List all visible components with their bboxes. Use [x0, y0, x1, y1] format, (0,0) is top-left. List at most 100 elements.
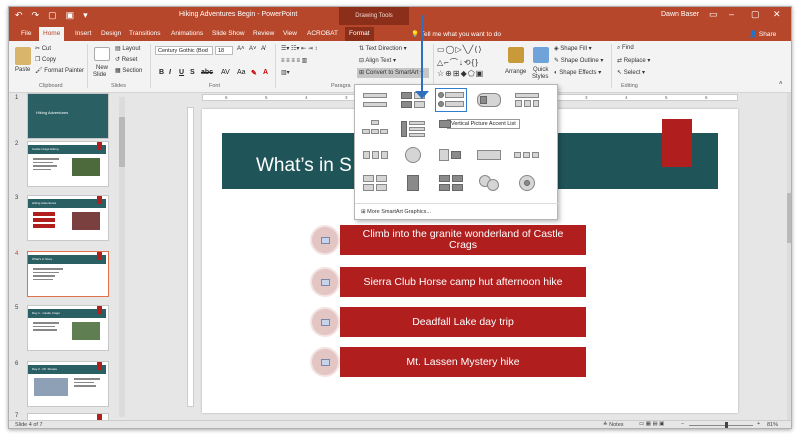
smartart-layout-vertical-picture-accent-list[interactable]: [435, 88, 467, 112]
convert-to-smartart-button[interactable]: ⊞ Convert to SmartArt ▾: [357, 68, 429, 78]
shape-outline-button[interactable]: ✎ Shape Outline ▾: [554, 57, 603, 64]
smartart-layout-hierarchy[interactable]: [361, 119, 389, 139]
smartart-layout-process[interactable]: [361, 145, 389, 165]
tab-insert[interactable]: Insert: [71, 27, 95, 41]
smartart-layout-venn[interactable]: [475, 173, 503, 193]
picture-placeholder[interactable]: [310, 307, 340, 337]
grow-font-icon[interactable]: A˄: [237, 46, 245, 52]
quick-label[interactable]: Quick: [533, 67, 548, 73]
char-spacing-icon[interactable]: AV: [221, 69, 230, 76]
tell-me-box[interactable]: 💡 Tell me what you want to do: [411, 30, 501, 38]
copy-button[interactable]: ❐ Copy: [35, 56, 56, 63]
slide-thumbnail-2[interactable]: Castle Crags Hiking: [27, 141, 109, 187]
change-case-icon[interactable]: Aa: [237, 69, 246, 76]
smartart-layout-chevron[interactable]: [437, 145, 465, 165]
editor-scrollbar[interactable]: [787, 93, 791, 420]
layout-button[interactable]: ▤ Layout: [115, 45, 140, 52]
tab-view[interactable]: View: [279, 27, 301, 41]
slide-thumbnail-6[interactable]: Day 2 - Mt. Shasta: [27, 361, 109, 407]
undo-icon[interactable]: ↶: [15, 10, 23, 21]
find-button[interactable]: ⌕ Find: [617, 45, 634, 52]
tab-home[interactable]: Home: [39, 27, 65, 41]
font-size-select[interactable]: 18: [215, 46, 233, 55]
zoom-in-icon[interactable]: +: [757, 421, 760, 427]
shape-fill-button[interactable]: ◈ Shape Fill ▾: [554, 45, 592, 52]
zoom-slider-thumb[interactable]: [725, 422, 728, 428]
highlight-icon[interactable]: ✎: [251, 69, 257, 77]
tab-format[interactable]: Format: [345, 27, 374, 41]
minimize-icon[interactable]: –: [729, 9, 734, 19]
smartart-layout-trapezoid-list[interactable]: [475, 90, 503, 110]
slide-thumbnail-3[interactable]: Hiking Adventures: [27, 195, 109, 241]
smartart-layout-linear[interactable]: [513, 145, 541, 165]
smartart-layout-target[interactable]: [513, 173, 541, 193]
text-direction-button[interactable]: ⇅ Text Direction ▾: [359, 45, 407, 52]
tab-animations[interactable]: Animations: [167, 27, 207, 41]
shape-effects-button[interactable]: ◐ Shape Effects ▾: [554, 69, 601, 76]
styles-label[interactable]: Styles: [532, 74, 548, 80]
slide-title[interactable]: What’s in S: [256, 155, 352, 177]
save-icon[interactable]: ▣: [66, 10, 75, 21]
align-text-button[interactable]: ⊟ Align Text ▾: [359, 57, 396, 64]
alignment-icons[interactable]: ≡ ≡ ≡ ≡ ▥: [281, 57, 307, 64]
smartart-layout-matrix[interactable]: [361, 173, 389, 193]
new-slide-label-1[interactable]: New: [96, 65, 108, 71]
tab-design[interactable]: Design: [97, 27, 125, 41]
new-slide-icon[interactable]: [94, 47, 110, 61]
more-smartart-link[interactable]: ⊞ More SmartArt Graphics...: [361, 209, 431, 215]
slide-thumbnail-4[interactable]: What's in Store: [27, 251, 109, 297]
shapes-gallery-row2[interactable]: △⌐⌒↓⟲{}: [437, 57, 479, 68]
user-name[interactable]: Dawn Baser: [661, 11, 699, 18]
share-button[interactable]: 👤 Share: [749, 30, 776, 38]
slide-thumbnail-1[interactable]: Hiking Adventures: [27, 93, 109, 139]
bullet-text[interactable]: Deadfall Lake day trip: [340, 307, 586, 337]
bullet-text[interactable]: Mt. Lassen Mystery hike: [340, 347, 586, 377]
section-button[interactable]: ▦ Section: [115, 67, 142, 74]
customize-qat-icon[interactable]: ▾: [83, 10, 88, 21]
notes-button[interactable]: ≙ Notes: [603, 422, 624, 428]
start-from-beginning-icon[interactable]: ▢: [48, 10, 57, 21]
new-slide-label-2[interactable]: Slide: [93, 72, 106, 78]
cut-button[interactable]: ✂ Cut: [35, 45, 51, 52]
smartart-layout-arrow[interactable]: [475, 145, 503, 165]
font-family-select[interactable]: Century Gothic (Bod: [155, 46, 213, 55]
smartart-layout-grid[interactable]: [437, 173, 465, 193]
bold-button[interactable]: B: [159, 69, 164, 76]
bullet-text[interactable]: Climb into the granite wonderland of Cas…: [340, 225, 586, 255]
picture-placeholder[interactable]: [310, 225, 340, 255]
paste-label[interactable]: Paste: [15, 67, 30, 73]
replace-button[interactable]: ⇄ Replace ▾: [617, 57, 650, 64]
tab-file[interactable]: File: [17, 27, 35, 41]
zoom-slider[interactable]: [689, 425, 753, 426]
tab-slide-show[interactable]: Slide Show: [208, 27, 249, 41]
font-color-icon[interactable]: A: [263, 69, 268, 76]
arrange-label[interactable]: Arrange: [505, 69, 526, 75]
shrink-font-icon[interactable]: A˅: [249, 46, 257, 52]
shapes-gallery-row3[interactable]: ☆⊕⊞◆⬠▣: [437, 69, 484, 78]
columns-icon[interactable]: ▥▾: [281, 69, 290, 76]
maximize-icon[interactable]: ▢: [751, 9, 760, 20]
tab-acrobat[interactable]: ACROBAT: [303, 27, 342, 41]
clear-formatting-icon[interactable]: A̸: [261, 46, 265, 52]
scrollbar-handle[interactable]: [119, 117, 125, 167]
strikethrough-button[interactable]: abc: [201, 69, 213, 76]
smartart-layout-picture-list[interactable]: [437, 119, 465, 139]
ribbon-display-icon[interactable]: ▭: [709, 9, 718, 20]
arrange-icon[interactable]: [508, 47, 524, 63]
smartart-layout-pyramid[interactable]: [399, 173, 427, 193]
bullets-icon[interactable]: ☰▾ ☷▾ ⇤ ⇥ ↕: [281, 45, 318, 52]
smartart-layout-basic-block-list[interactable]: [361, 90, 389, 110]
smartart-layout-horizontal-hierarchy[interactable]: [399, 119, 427, 139]
underline-button[interactable]: U: [179, 69, 184, 76]
format-painter-button[interactable]: 🖌 Format Painter: [35, 67, 84, 74]
scrollbar-handle[interactable]: [787, 193, 791, 243]
smartart-layout-table-list[interactable]: [513, 90, 541, 110]
tab-transitions[interactable]: Transitions: [125, 27, 165, 41]
tab-review[interactable]: Review: [249, 27, 278, 41]
shapes-gallery[interactable]: ▭◯▷╲╱⟨⟩: [437, 45, 483, 54]
slide-thumbnail-5[interactable]: Day 1 - Castle Crags: [27, 305, 109, 351]
shadow-button[interactable]: S: [190, 69, 195, 76]
paste-icon[interactable]: [15, 47, 31, 65]
zoom-level[interactable]: 81%: [767, 422, 778, 428]
view-buttons[interactable]: ▭ ▦ ▤ ▣: [639, 421, 664, 427]
